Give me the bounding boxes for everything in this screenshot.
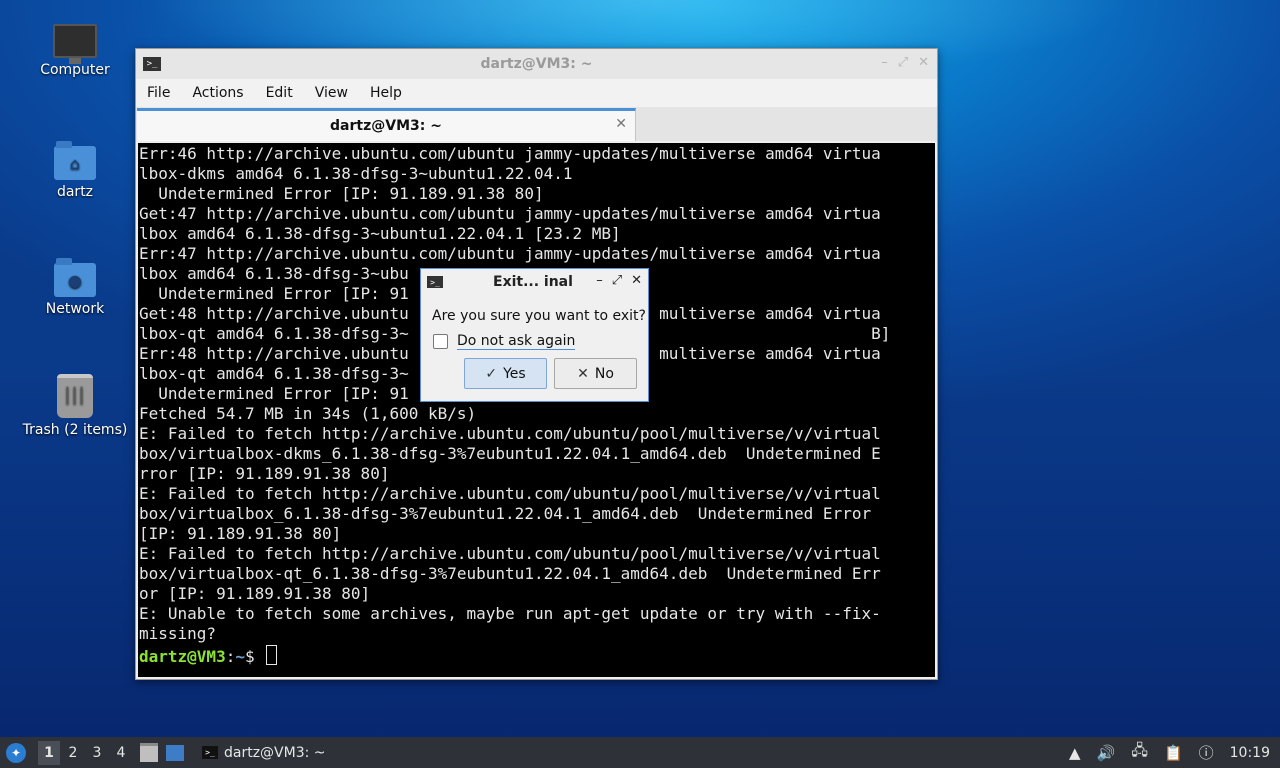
x-icon: ✕	[577, 365, 589, 382]
tab-terminal[interactable]: dartz@VM3: ~ ✕	[137, 108, 636, 141]
home-folder-icon: ⌂	[54, 141, 96, 180]
desktop-icon-computer[interactable]: Computer	[18, 24, 132, 78]
dialog-message: Are you sure you want to exit?	[432, 308, 646, 324]
window-title: dartz@VM3: ~	[480, 56, 593, 72]
menu-edit[interactable]: Edit	[259, 85, 300, 101]
desktop-icon-label: Trash (2 items)	[22, 422, 128, 438]
taskbar: ✦ 1 2 3 4 >_ dartz@VM3: ~ ▲ 🔊 🖧 📋 ⓘ 10:1…	[0, 737, 1280, 768]
desktop-icon-label: Computer	[40, 62, 110, 78]
dialog-title: Exit... inal	[493, 274, 573, 290]
no-button[interactable]: ✕ No	[554, 358, 637, 389]
trash-icon: |||	[57, 374, 93, 418]
yes-button-label: Yes	[503, 365, 526, 382]
menu-help[interactable]: Help	[363, 85, 409, 101]
start-menu-icon[interactable]: ✦	[6, 742, 26, 763]
show-desktop-icon[interactable]	[166, 744, 184, 761]
volume-icon[interactable]: 🔊	[1097, 744, 1116, 762]
menu-file[interactable]: File	[140, 85, 177, 101]
desktop-icon-trash[interactable]: ||| Trash (2 items)	[18, 374, 132, 438]
network-icon[interactable]: 🖧	[1131, 740, 1148, 765]
prompt-user: dartz@VM3	[139, 647, 226, 666]
desktop-icon-network[interactable]: ● Network	[18, 258, 132, 317]
maximize-icon[interactable]: ⤢	[898, 55, 908, 70]
terminal-icon: >_	[427, 276, 443, 288]
do-not-ask-checkbox-row[interactable]: Do not ask again	[433, 333, 576, 350]
menu-view[interactable]: View	[308, 85, 355, 101]
dialog-titlebar[interactable]: >_ Exit... inal – ⤢ ✕	[421, 269, 648, 295]
task-label: dartz@VM3: ~	[224, 744, 326, 761]
window-titlebar[interactable]: >_ dartz@VM3: ~ – ⤢ ✕	[136, 49, 937, 79]
taskbar-task-terminal[interactable]: >_ dartz@VM3: ~	[202, 745, 326, 761]
workspace-4[interactable]: 4	[110, 741, 132, 765]
workspace-2[interactable]: 2	[62, 741, 84, 765]
do-not-ask-checkbox[interactable]	[433, 334, 448, 349]
desktop-icon-label: dartz	[56, 184, 94, 200]
terminal-icon: >_	[202, 746, 218, 759]
notification-icon[interactable]: ⓘ	[1199, 742, 1214, 763]
workspace-1[interactable]: 1	[38, 740, 60, 765]
terminal-prompt: dartz@VM3:~$	[138, 645, 935, 667]
system-tray: ▲ 🔊 🖧 📋 ⓘ 10:19	[1069, 737, 1280, 768]
do-not-ask-label[interactable]: Do not ask again	[457, 333, 576, 350]
no-button-label: No	[594, 365, 614, 382]
desktop-icon-label: Network	[45, 301, 105, 317]
minimize-icon[interactable]: –	[881, 55, 888, 70]
tab-bar: dartz@VM3: ~ ✕	[136, 107, 937, 141]
minimize-icon[interactable]: –	[596, 273, 603, 288]
tab-title: dartz@VM3: ~	[330, 118, 442, 134]
scroll-up-icon[interactable]: ▲	[1069, 744, 1081, 762]
close-icon[interactable]: ✕	[631, 273, 642, 288]
prompt-symbol: $	[244, 647, 265, 666]
workspace-3[interactable]: 3	[86, 741, 108, 765]
maximize-icon[interactable]: ⤢	[612, 273, 622, 288]
prompt-separator: :	[225, 647, 236, 666]
computer-icon	[53, 24, 97, 64]
tab-close-icon[interactable]: ✕	[615, 116, 627, 132]
terminal-cursor	[266, 645, 278, 665]
exit-dialog: >_ Exit... inal – ⤢ ✕ Are you sure you w…	[420, 268, 649, 402]
clock[interactable]: 10:19	[1230, 745, 1270, 761]
prompt-path: ~	[235, 647, 245, 666]
clipboard-icon[interactable]: 📋	[1164, 744, 1183, 762]
menu-actions[interactable]: Actions	[185, 85, 250, 101]
terminal-output[interactable]: Err:46 http://archive.ubuntu.com/ubuntu …	[138, 143, 935, 677]
file-manager-icon[interactable]	[140, 743, 158, 762]
close-icon[interactable]: ✕	[918, 55, 929, 70]
yes-button[interactable]: ✓ Yes	[464, 358, 547, 389]
menu-bar: File Actions Edit View Help	[136, 79, 937, 107]
network-folder-icon: ●	[54, 258, 96, 297]
desktop-icon-home-folder[interactable]: ⌂ dartz	[18, 141, 132, 200]
check-icon: ✓	[485, 365, 498, 382]
